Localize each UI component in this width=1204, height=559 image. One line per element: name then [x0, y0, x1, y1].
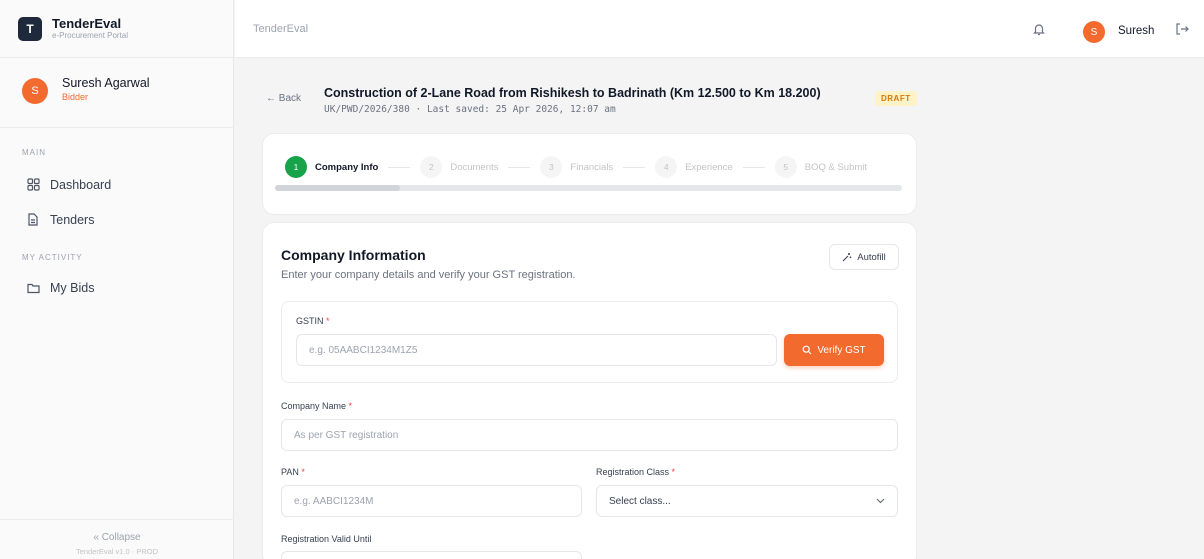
nav-section-main: MAIN	[22, 148, 46, 157]
pan-label-text: PAN	[281, 467, 299, 477]
gstin-label: GSTIN *	[296, 316, 330, 326]
brand-logo: T	[18, 16, 42, 41]
avatar[interactable]: S	[1083, 21, 1105, 43]
search-icon	[802, 345, 812, 355]
topbar-user-name[interactable]: Suresh	[1118, 25, 1154, 37]
status-badge: DRAFT	[875, 91, 917, 106]
page-title: Construction of 2-Lane Road from Rishike…	[324, 86, 821, 100]
step-number: 2	[420, 156, 443, 178]
step-label: Documents	[450, 161, 499, 173]
topbar: TenderEval S Suresh	[235, 0, 1204, 58]
step-divider	[742, 166, 765, 168]
step-label: Financials	[570, 161, 614, 173]
bell-icon[interactable]	[1032, 22, 1046, 36]
grid-icon	[26, 178, 40, 192]
sidebar-item-dashboard[interactable]: Dashboard	[0, 167, 233, 202]
step-documents[interactable]: 2 Documents	[420, 156, 498, 178]
step-financials[interactable]: 3 Financials	[540, 156, 613, 178]
progress-fill	[275, 185, 401, 191]
collapse-button[interactable]: « Collapse	[0, 519, 234, 543]
step-label: Company Info	[315, 161, 379, 173]
step-boq-submit[interactable]: 5 BOQ & Submit	[774, 156, 868, 178]
registration-class-select[interactable]: Select class...	[596, 485, 898, 517]
step-number: 3	[540, 156, 563, 178]
gstin-input[interactable]: e.g. 05AABCI1234M1Z5	[296, 334, 777, 366]
user-card: S Suresh Agarwal Bidder	[0, 58, 233, 128]
step-label: Experience	[685, 161, 733, 173]
form-title: Company Information	[281, 247, 426, 263]
verify-gst-label: Verify GST	[817, 344, 866, 356]
stepper: 1 Company Info 2 Documents 3 Financials …	[262, 133, 917, 215]
required-mark: *	[326, 316, 330, 326]
sidebar-item-label: Dashboard	[50, 177, 112, 192]
step-divider	[623, 166, 646, 168]
nav-section-activity: MY ACTIVITY	[22, 253, 83, 262]
step-label: BOQ & Submit	[804, 161, 868, 173]
verify-gst-button[interactable]: Verify GST	[784, 334, 884, 366]
sidebar-item-tenders[interactable]: Tenders	[0, 202, 233, 237]
step-list: 1 Company Info 2 Documents 3 Financials …	[285, 156, 867, 178]
brand: T TenderEval e-Procurement Portal	[0, 0, 233, 58]
registration-class-label: Registration Class *	[596, 467, 675, 477]
registration-class-value: Select class...	[609, 495, 671, 507]
required-mark: *	[671, 467, 676, 477]
user-role: Bidder	[62, 92, 89, 102]
step-number: 1	[285, 156, 307, 178]
pan-label: PAN *	[281, 467, 305, 477]
document-icon	[26, 213, 40, 227]
company-info-form: Company Information Enter your company d…	[262, 222, 917, 559]
step-experience[interactable]: 4 Experience	[655, 156, 733, 178]
registration-class-label-text: Registration Class	[596, 467, 670, 477]
pan-field[interactable]: e.g. AABCI1234M	[281, 485, 582, 517]
step-company-info[interactable]: 1 Company Info	[285, 156, 378, 178]
sidebar-item-label: Tenders	[50, 212, 95, 227]
tender-meta: UK/PWD/2026/380 · Last saved: 25 Apr 202…	[324, 104, 616, 115]
registration-valid-label: Registration Valid Until	[281, 534, 372, 544]
step-number: 5	[774, 156, 797, 178]
step-divider	[508, 166, 531, 168]
version-label: TenderEval v1.0 · PROD	[75, 547, 159, 556]
autofill-label: Autofill	[857, 251, 886, 263]
sidebar-item-my-bids[interactable]: My Bids	[0, 270, 233, 305]
gstin-section: GSTIN * e.g. 05AABCI1234M1Z5 Verify GST	[281, 301, 898, 383]
company-name-label-text: Company Name	[281, 401, 347, 411]
autofill-button[interactable]: Autofill	[829, 244, 899, 270]
registration-valid-field[interactable]	[281, 551, 582, 559]
sidebar-item-label: My Bids	[50, 280, 95, 295]
back-button[interactable]: ← Back	[266, 93, 301, 104]
required-mark: *	[301, 467, 305, 477]
logout-icon[interactable]	[1175, 22, 1189, 36]
sidebar: T TenderEval e-Procurement Portal S Sure…	[0, 0, 234, 559]
progress-bar	[275, 185, 902, 191]
magic-wand-icon	[842, 252, 852, 262]
avatar: S	[22, 78, 48, 104]
user-name: Suresh Agarwal	[62, 76, 150, 90]
company-name-field[interactable]: As per GST registration	[281, 419, 898, 451]
chevron-down-icon	[876, 498, 885, 504]
required-mark: *	[348, 401, 353, 411]
company-name-label: Company Name *	[281, 401, 352, 411]
brand-subtitle: e-Procurement Portal	[52, 30, 129, 40]
form-subtitle: Enter your company details and verify yo…	[281, 269, 576, 281]
step-number: 4	[655, 156, 678, 178]
folder-icon	[26, 281, 40, 295]
topbar-title: TenderEval	[253, 22, 309, 35]
brand-name: TenderEval	[52, 15, 122, 31]
gstin-label-text: GSTIN	[296, 316, 324, 326]
step-divider	[388, 166, 411, 168]
